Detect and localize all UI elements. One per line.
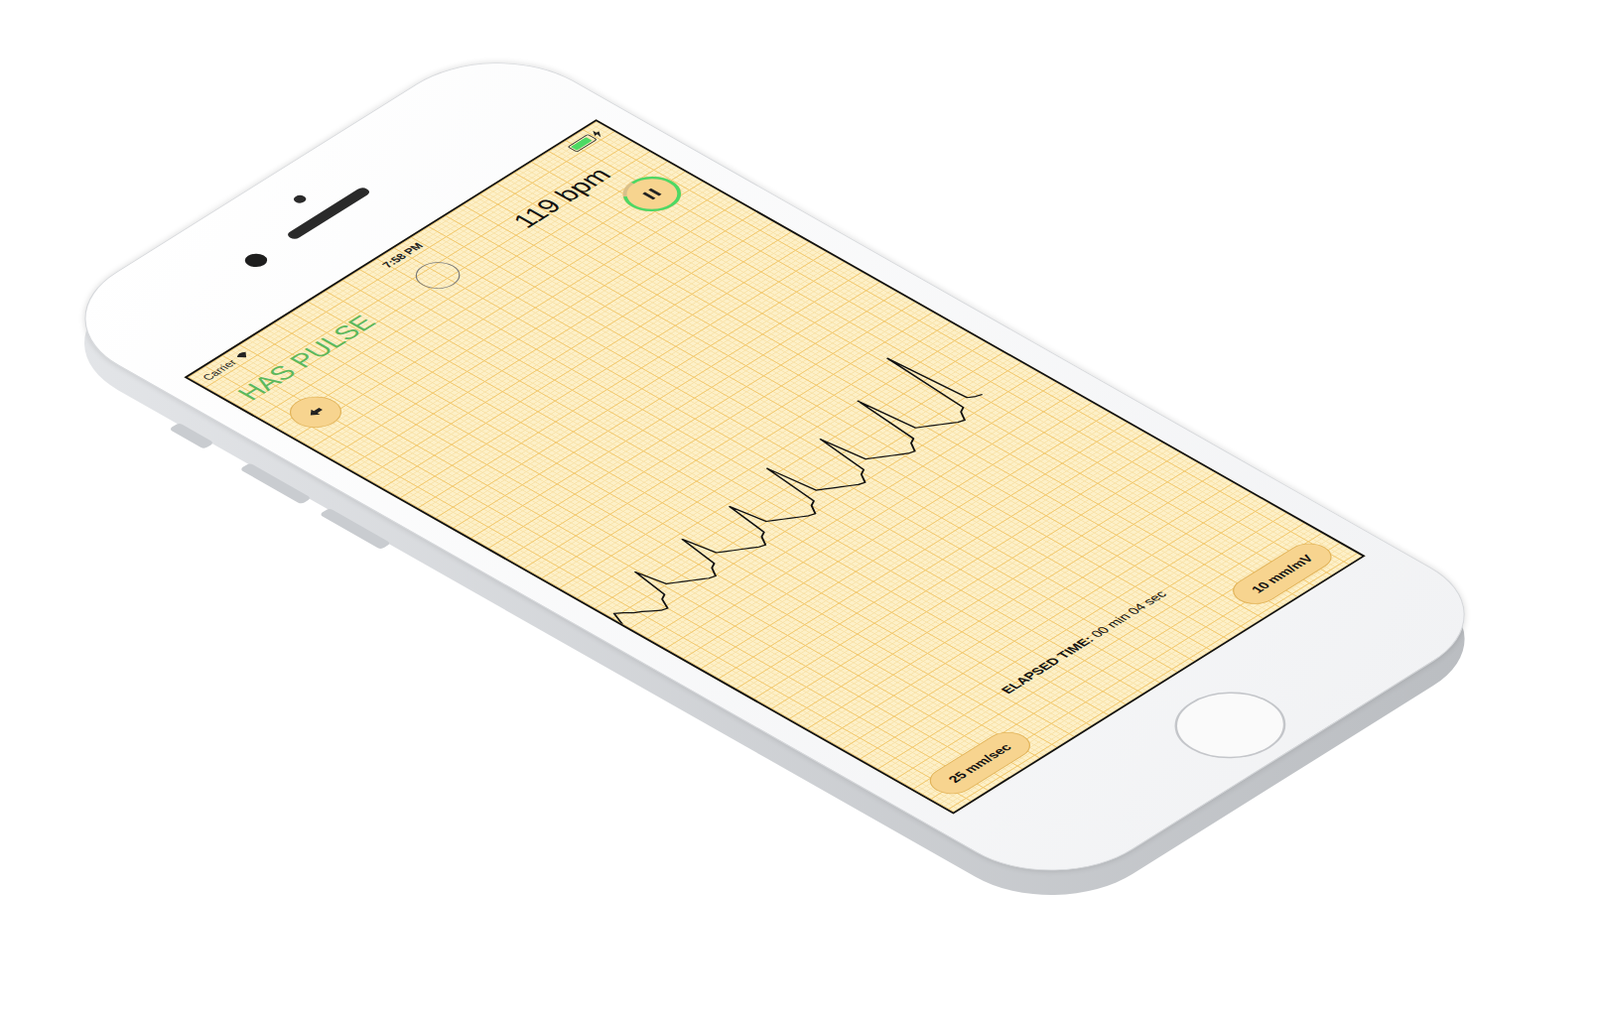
charging-icon	[588, 129, 605, 138]
back-button[interactable]	[278, 390, 353, 434]
pause-button[interactable]	[610, 168, 694, 219]
recording-progress	[613, 170, 690, 217]
wifi-icon	[233, 350, 253, 363]
battery-icon	[566, 133, 598, 153]
pause-icon	[640, 187, 664, 202]
battery-fill	[569, 136, 592, 150]
beat-indicator	[405, 257, 469, 295]
ecg-chart	[498, 297, 1084, 655]
phone: Carrier 7:58 PM HAS PULSE 119 bpm	[38, 35, 1511, 899]
ecg-trace	[538, 349, 997, 631]
back-arrow-icon	[301, 403, 330, 421]
